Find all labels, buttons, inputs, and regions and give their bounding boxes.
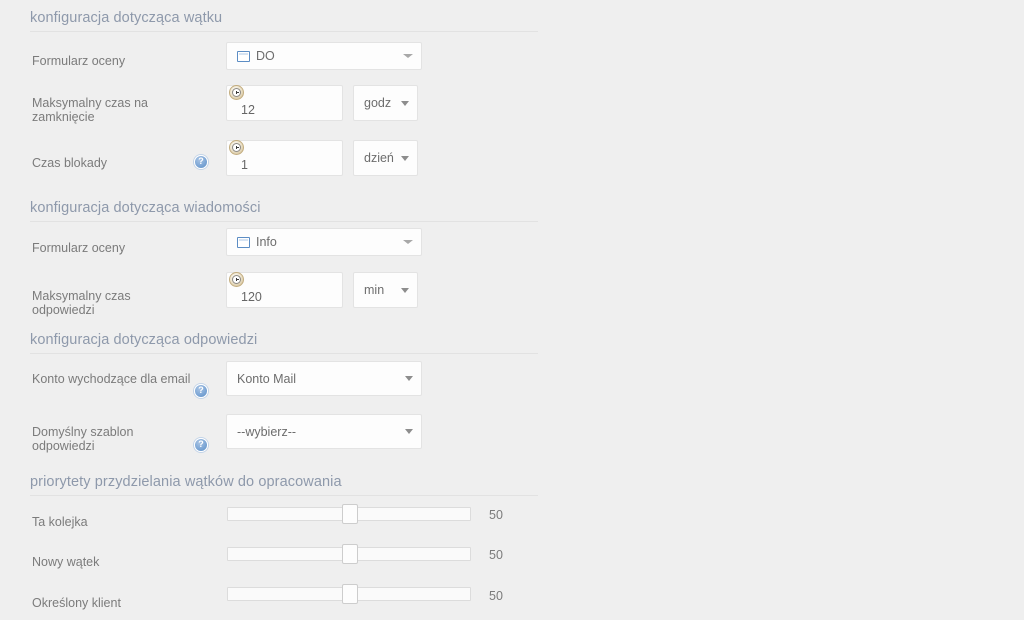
label-outgoing-mail-account: Konto wychodzące dla email: [32, 372, 191, 386]
slider-priority-new-thread[interactable]: [227, 544, 471, 564]
select-thread-rating-form[interactable]: DO: [226, 42, 422, 70]
section-header-priorities: priorytety przydzielania wątków do oprac…: [30, 474, 538, 496]
slider-handle[interactable]: [342, 504, 358, 524]
select-thread-block-time-unit-value: dzień: [364, 151, 394, 165]
select-thread-max-close-unit-value: godz: [364, 96, 392, 110]
select-message-rating-form[interactable]: Info: [226, 228, 422, 256]
section-header-reply: konfiguracja dotycząca odpowiedzi: [30, 332, 538, 354]
chevron-down-icon: [403, 54, 413, 58]
window-icon: [237, 236, 250, 248]
section-title-thread: konfiguracja dotycząca wątku: [30, 10, 223, 26]
label-priority-specific-client: Określony klient: [32, 596, 121, 610]
select-message-max-reply-unit-value: min: [364, 283, 385, 297]
section-title-reply: konfiguracja dotycząca odpowiedzi: [30, 332, 258, 348]
select-default-reply-template-value: --wybierz--: [237, 424, 297, 439]
slider-value-specific-client: 50: [489, 589, 503, 603]
section-rule: [30, 221, 538, 222]
section-rule: [30, 31, 538, 32]
clock-icon: [229, 140, 244, 155]
chevron-down-icon: [403, 240, 413, 244]
slider-handle[interactable]: [342, 544, 358, 564]
select-default-reply-template[interactable]: --wybierz--: [226, 414, 422, 449]
label-priority-this-queue: Ta kolejka: [32, 515, 88, 529]
select-outgoing-mail-account-value: Konto Mail: [237, 371, 297, 386]
help-icon-thread-block-time[interactable]: [194, 155, 208, 169]
select-outgoing-mail-account[interactable]: Konto Mail: [226, 361, 422, 396]
slider-handle[interactable]: [342, 584, 358, 604]
section-title-priorities: priorytety przydzielania wątków do oprac…: [30, 474, 342, 490]
section-header-message: konfiguracja dotycząca wiadomości: [30, 200, 538, 222]
help-icon-default-reply-template[interactable]: [194, 438, 208, 452]
slider-value-new-thread: 50: [489, 548, 503, 562]
settings-page: konfiguracja dotycząca wątku Formularz o…: [0, 0, 1024, 620]
label-message-rating-form: Formularz oceny: [32, 241, 126, 255]
select-message-max-reply-unit[interactable]: min: [353, 272, 418, 308]
label-thread-rating-form: Formularz oceny: [32, 54, 126, 68]
label-priority-new-thread: Nowy wątek: [32, 555, 100, 569]
select-thread-rating-form-value: DO: [256, 49, 275, 63]
chevron-down-icon: [401, 100, 409, 106]
section-header-thread: konfiguracja dotycząca wątku: [30, 10, 538, 32]
chevron-down-icon: [401, 287, 409, 293]
help-icon-outgoing-mail-account[interactable]: [194, 384, 208, 398]
section-rule: [30, 495, 538, 496]
section-rule: [30, 353, 538, 354]
slider-priority-this-queue[interactable]: [227, 504, 471, 524]
window-icon: [237, 50, 250, 62]
select-thread-block-time-unit[interactable]: dzień: [353, 140, 418, 176]
slider-value-this-queue: 50: [489, 508, 503, 522]
chevron-down-icon: [405, 429, 413, 434]
label-message-max-reply-time: Maksymalny czas odpowiedzi: [32, 289, 131, 317]
section-title-message: konfiguracja dotycząca wiadomości: [30, 200, 261, 216]
slider-priority-specific-client[interactable]: [227, 584, 471, 604]
label-thread-block-time: Czas blokady: [32, 156, 108, 170]
chevron-down-icon: [405, 376, 413, 381]
select-message-rating-form-value: Info: [256, 235, 277, 249]
clock-icon: [229, 85, 244, 100]
select-thread-max-close-unit[interactable]: godz: [353, 85, 418, 121]
label-thread-max-close-time: Maksymalny czas na zamknięcie: [32, 96, 149, 124]
label-default-reply-template: Domyślny szablon odpowiedzi: [32, 425, 134, 453]
clock-icon: [229, 272, 244, 287]
chevron-down-icon: [401, 155, 409, 161]
